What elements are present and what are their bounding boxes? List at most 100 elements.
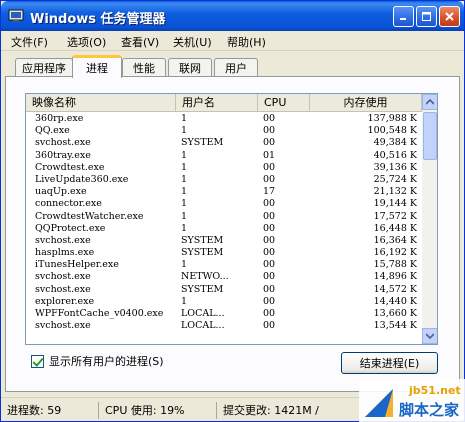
task-manager-window: Windows 任务管理器 文件(F) 选项(O) 查看(V) 关机(U) 帮助… [0,0,465,422]
process-memory: 13,544 K [373,320,417,332]
process-user: 1 [181,210,188,222]
process-user: 1 [181,113,188,124]
process-name: svchost.exe [35,283,91,295]
process-user: 1 [181,186,188,198]
process-user: NETWO... [181,271,229,283]
table-row[interactable]: svchost.exe NETWO... 00 14,896 K [26,271,422,283]
vertical-scrollbar[interactable] [422,94,437,344]
process-memory: 16,192 K [373,247,417,259]
process-name: svchost.exe [35,271,91,283]
process-name: WPFFontCache_v0400.exe [35,308,164,319]
process-name: QQProtect.exe [35,222,106,234]
scroll-down-button[interactable] [422,328,437,344]
table-row[interactable]: hasplms.exe SYSTEM 00 16,192 K [26,247,422,259]
show-all-users-checkbox[interactable] [31,354,44,368]
process-cpu: 00 [263,283,276,295]
process-name: iTunesHelper.exe [35,259,119,271]
process-user: 1 [181,198,188,210]
process-user: SYSTEM [181,283,224,295]
tab-applications[interactable]: 应用程序 [15,58,73,77]
show-all-users-option[interactable]: 显示所有用户的进程(S) [31,353,164,369]
menu-file[interactable]: 文件(F) [11,34,48,50]
table-row[interactable]: iTunesHelper.exe 1 00 15,788 K [26,259,422,271]
site-watermark: jb51.net 脚本之家 [359,379,465,422]
scroll-up-button[interactable] [422,94,437,110]
table-row[interactable]: svchost.exe SYSTEM 00 14,572 K [26,284,422,296]
table-row[interactable]: connector.exe 1 00 19,144 K [26,198,422,210]
minimize-icon [400,18,406,20]
process-name: Crowdtest.exe [35,161,105,173]
tab-strip: 应用程序 进程 性能 联网 用户 [1,55,464,78]
process-user: LOCAL... [181,320,225,332]
process-cpu: 00 [263,308,276,319]
process-name: 360tray.exe [35,149,91,161]
process-memory: 39,136 K [373,161,417,173]
table-row[interactable]: svchost.exe LOCAL... 00 13,544 K [26,320,422,332]
process-cpu: 00 [263,259,276,271]
column-memory[interactable]: 内存使用 [310,94,422,112]
menu-help[interactable]: 帮助(H) [227,34,266,50]
process-user: 1 [181,295,188,307]
menu-view[interactable]: 查看(V) [121,34,159,50]
process-cpu: 00 [263,320,276,332]
process-memory: 21,132 K [373,186,417,198]
process-memory: 19,144 K [373,198,417,210]
minimize-button[interactable] [393,6,414,27]
title-bar[interactable]: Windows 任务管理器 [1,1,464,31]
maximize-icon [422,12,431,21]
table-row[interactable]: svchost.exe SYSTEM 00 49,384 K [26,137,422,149]
watermark-brand: 脚本之家 [399,401,460,419]
process-name: svchost.exe [35,137,91,149]
table-row[interactable]: CrowdtestWatcher.exe 1 00 17,572 K [26,211,422,223]
watermark-domain: jb51.net [409,384,461,397]
table-row[interactable]: svchost.exe SYSTEM 00 16,364 K [26,235,422,247]
process-cpu: 00 [263,198,276,210]
process-memory: 40,516 K [373,149,417,161]
tab-networking[interactable]: 联网 [168,58,212,77]
menu-options[interactable]: 选项(O) [67,34,106,50]
process-memory: 14,896 K [373,271,417,283]
tab-performance[interactable]: 性能 [122,58,166,77]
column-image-name[interactable]: 映像名称 [26,94,176,112]
process-user: 1 [181,173,188,185]
table-row[interactable]: explorer.exe 1 00 14,440 K [26,296,422,308]
status-process-count: 进程数: 59 [1,402,99,419]
table-row[interactable]: Crowdtest.exe 1 00 39,136 K [26,162,422,174]
column-user-name[interactable]: 用户名 [176,94,258,112]
column-cpu[interactable]: CPU [258,94,310,112]
table-row[interactable]: LiveUpdate360.exe 1 00 25,724 K [26,174,422,186]
table-row[interactable]: QQProtect.exe 1 00 16,448 K [26,223,422,235]
show-all-users-label: 显示所有用户的进程(S) [49,355,164,368]
list-header: 映像名称 用户名 CPU 内存使用 [26,94,422,112]
process-rows: 360rp.exe 1 00 137,988 K QQ.exe 1 00 100,548 Ks… [26,113,422,332]
tab-users[interactable]: 用户 [214,58,258,77]
process-cpu: 00 [263,137,276,149]
process-cpu: 00 [263,271,276,283]
chevron-up-icon [426,99,434,105]
end-process-button[interactable]: 结束进程(E) [341,352,438,374]
process-cpu: 00 [263,125,276,137]
process-memory: 16,448 K [373,222,417,234]
scroll-thumb[interactable] [423,112,437,160]
maximize-button[interactable] [416,6,437,27]
process-memory: 15,788 K [373,259,417,271]
process-name: connector.exe [35,198,102,210]
close-button[interactable] [439,6,460,27]
tab-processes[interactable]: 进程 [72,55,122,78]
process-list[interactable]: 映像名称 用户名 CPU 内存使用 360rp.exe 1 00 137,988 KQ… [25,93,438,345]
table-row[interactable]: 360rp.exe 1 00 137,988 K [26,113,422,125]
process-user: SYSTEM [181,234,224,246]
process-cpu: 00 [263,210,276,222]
process-user: 1 [181,222,188,234]
process-name: uaqUp.exe [35,186,87,198]
table-row[interactable]: QQ.exe 1 00 100,548 K [26,125,422,137]
table-row[interactable]: WPFFontCache_v0400.exe LOCAL... 00 13,660 K [26,308,422,320]
process-memory: 14,572 K [373,283,417,295]
status-commit-charge: 提交更改: 1421M / [223,404,319,417]
process-memory: 137,988 K [367,113,417,124]
table-row[interactable]: 360tray.exe 1 01 40,516 K [26,150,422,162]
table-row[interactable]: uaqUp.exe 1 17 21,132 K [26,186,422,198]
process-name: LiveUpdate360.exe [35,173,129,185]
process-user: SYSTEM [181,137,224,149]
menu-shutdown[interactable]: 关机(U) [173,34,212,50]
